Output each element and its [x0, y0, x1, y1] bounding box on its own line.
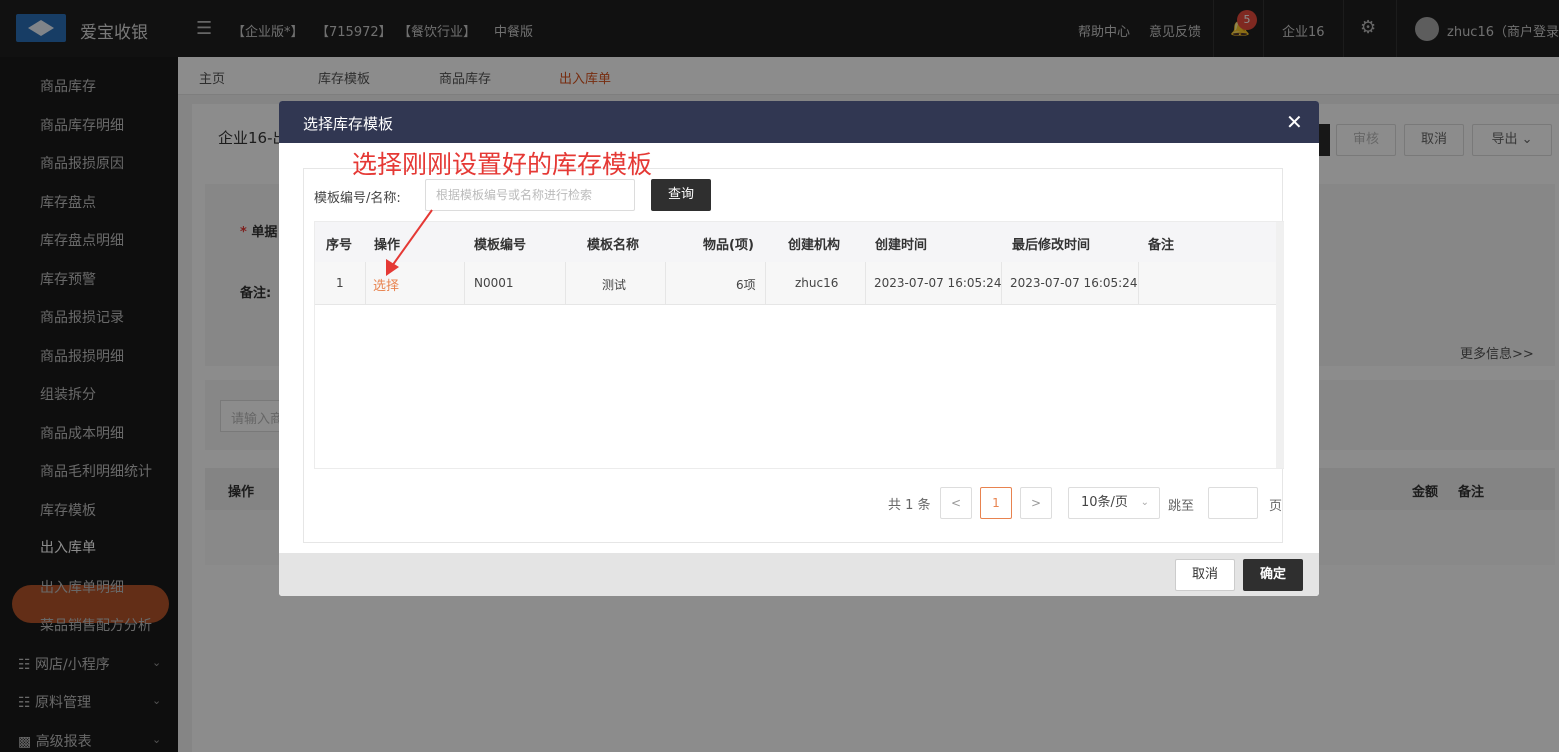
page-1-button[interactable]: 1	[980, 487, 1012, 519]
query-button[interactable]: 查询	[651, 179, 711, 211]
confirm-button[interactable]: 确定	[1243, 559, 1303, 591]
column-header: 模板编号	[474, 238, 527, 253]
column-header: 模板名称	[587, 238, 640, 253]
jump-page-input[interactable]	[1208, 487, 1258, 519]
template-code: N0001	[474, 276, 514, 290]
chevron-down-icon: ⌄	[1140, 497, 1149, 508]
created-time: 2023-07-07 16:05:24	[874, 276, 1002, 290]
page-size-select[interactable]: 10条/页 ⌄	[1068, 487, 1160, 519]
annotation-text: 选择刚刚设置好的库存模板	[352, 150, 653, 179]
template-table: 序号 操作 模板编号 模板名称 物品(项) 创建机构 创建时间 最后修改时间 备…	[314, 221, 1284, 469]
column-header: 序号	[326, 238, 353, 253]
dialog-header: 选择库存模板 ✕	[279, 101, 1319, 143]
dialog-title: 选择库存模板	[303, 115, 394, 133]
row-index: 1	[336, 276, 344, 290]
dialog-footer	[279, 553, 1319, 596]
modified-time: 2023-07-07 16:05:24	[1010, 276, 1138, 290]
table-header: 序号 操作 模板编号 模板名称 物品(项) 创建机构 创建时间 最后修改时间 备…	[315, 222, 1276, 262]
column-header: 最后修改时间	[1012, 238, 1091, 253]
template-name: 测试	[602, 278, 627, 292]
item-count: 6项	[736, 278, 756, 292]
column-header: 物品(项)	[703, 238, 754, 253]
prev-page-button[interactable]: <	[940, 487, 972, 519]
template-search-input[interactable]	[425, 179, 635, 211]
column-header: 操作	[374, 238, 401, 253]
select-template-link[interactable]: 选择	[373, 275, 399, 294]
creator-org: zhuc16	[795, 276, 839, 290]
table-row: 1 选择 N0001 测试 6项 zhuc16 2023-07-07 16:05…	[315, 262, 1276, 305]
column-header: 创建时间	[875, 238, 928, 253]
search-label: 模板编号/名称:	[314, 191, 401, 206]
column-header: 创建机构	[788, 238, 841, 253]
vertical-scrollbar[interactable]	[1276, 222, 1284, 468]
pager-total: 共 1 条	[888, 498, 931, 513]
page-unit: 页	[1269, 499, 1283, 514]
close-icon[interactable]: ✕	[1286, 110, 1303, 134]
next-page-button[interactable]: >	[1020, 487, 1052, 519]
jump-label: 跳至	[1168, 499, 1195, 514]
column-header: 备注	[1148, 238, 1175, 253]
cancel-button[interactable]: 取消	[1175, 559, 1235, 591]
